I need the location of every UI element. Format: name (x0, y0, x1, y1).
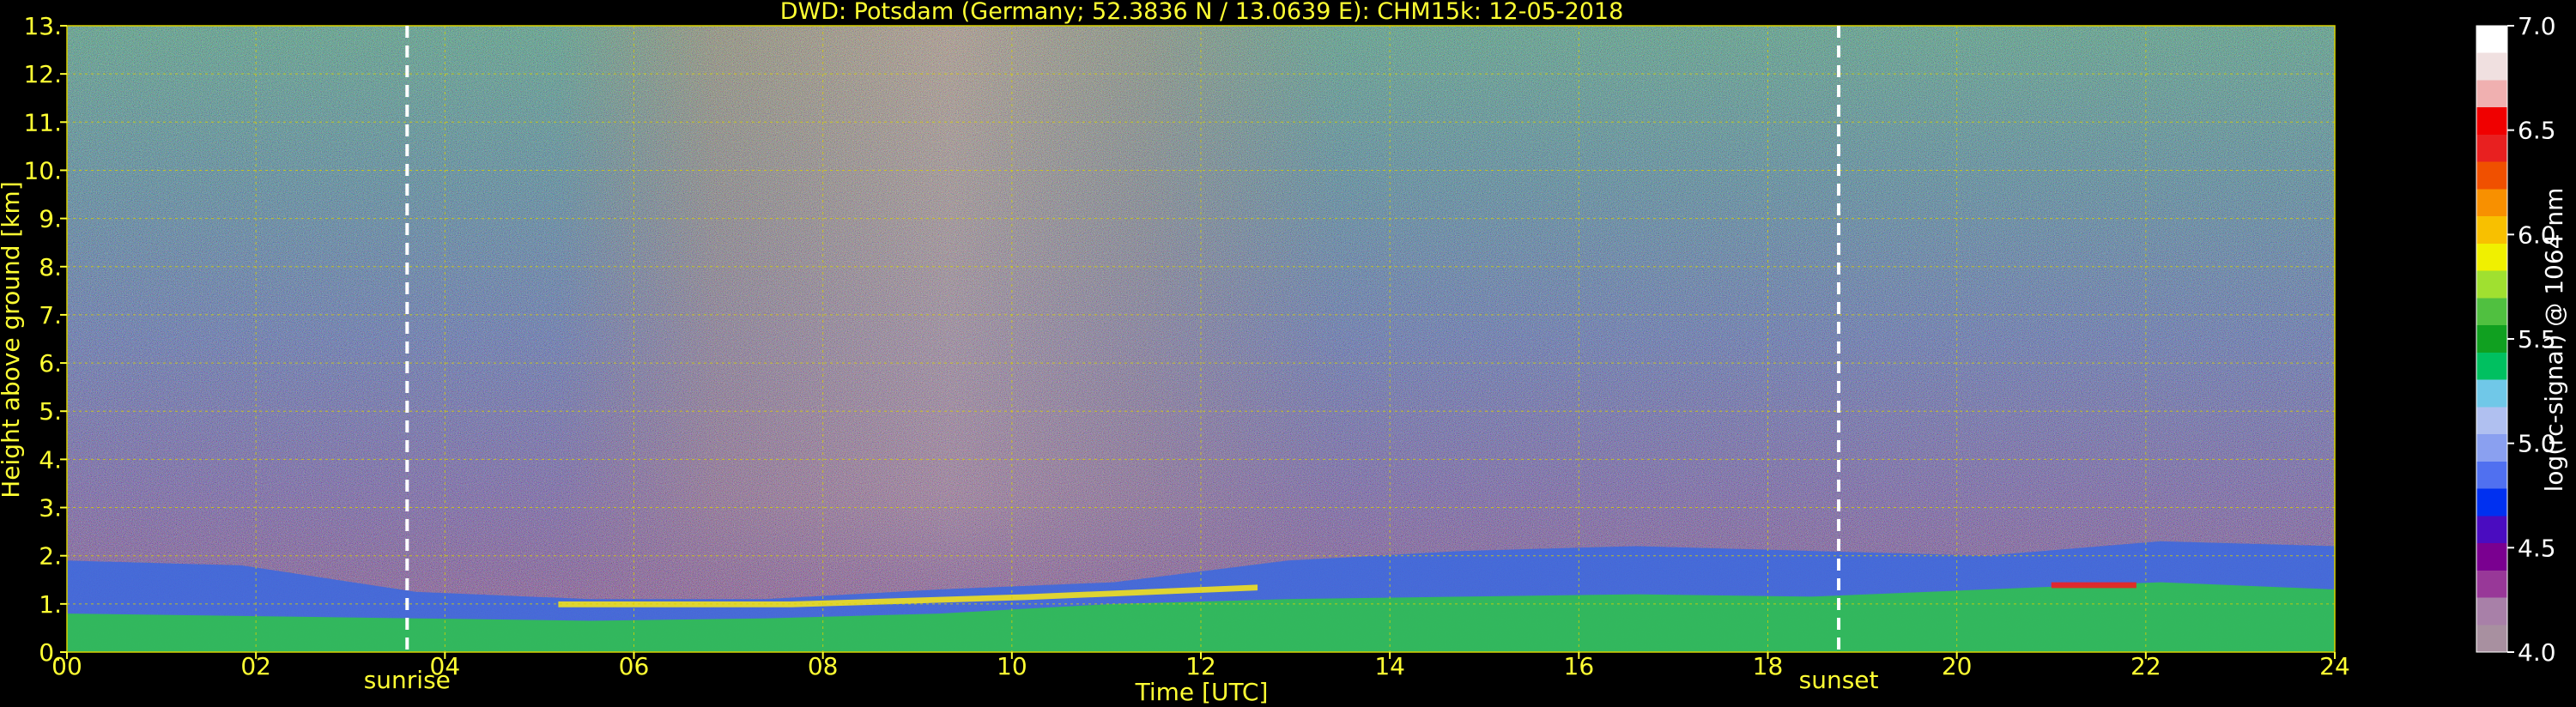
y-tick-label: 4. (39, 445, 62, 474)
y-tick-label: 1. (39, 590, 62, 619)
y-tick-label: 9. (39, 205, 62, 233)
ceilometer-chart: sunrise sunset 00 02 04 06 08 10 12 14 16 18 20 22 24… (0, 0, 2568, 706)
x-tick-label: 14 (1374, 652, 1405, 680)
y-tick-label: 11. (23, 108, 62, 136)
chart-title: DWD: Potsdam (Germany; 52.3836 N / 13.06… (780, 0, 1624, 25)
colorbar-tick-label: 4.0 (2518, 638, 2556, 667)
x-tick-label: 20 (1942, 652, 1973, 680)
colorbar-tick-label: 4.5 (2518, 534, 2556, 562)
colorbar-label: log(rc-signal) @ 1064 nm (2540, 188, 2568, 492)
y-tick-label: 5. (39, 397, 62, 426)
x-tick-label: 16 (1564, 652, 1595, 680)
y-tick-label: 13. (23, 12, 62, 40)
x-tick-label: 18 (1753, 652, 1784, 680)
y-tick-label: 7. (39, 301, 62, 329)
colorbar: 4.04.55.05.56.06.57.0 log(rc-signal) @ 1… (2476, 12, 2568, 667)
x-tick-label: 04 (430, 652, 461, 680)
colorbar-tick-label: 7.0 (2518, 12, 2556, 40)
y-tick-label: 8. (39, 253, 62, 281)
x-tick-label: 08 (808, 652, 839, 680)
y-axis-label: Height above ground [km] (0, 181, 25, 499)
x-tick-label: 02 (240, 652, 271, 680)
colorbar-tick-label: 6.5 (2518, 117, 2556, 145)
y-tick-label: 10. (23, 156, 62, 184)
x-tick-label: 10 (997, 652, 1027, 680)
y-axis-ticks: 0. 1. 2. 3. 4. 5. 6. 7. 8. 9. 10. 11. 12. 13. (23, 12, 67, 667)
x-tick-label: 06 (619, 652, 650, 680)
y-tick-label: 2. (39, 542, 62, 571)
x-tick-label: 24 (2319, 652, 2350, 680)
y-tick-label: 12. (23, 60, 62, 88)
x-tick-label: 12 (1185, 652, 1216, 680)
layer-cloud (2051, 582, 2137, 589)
sunset-label: sunset (1799, 666, 1879, 694)
y-tick-label: 0. (39, 638, 62, 667)
colorbar-gradient (2476, 25, 2508, 653)
y-tick-label: 6. (39, 349, 62, 378)
x-axis-label: Time [UTC] (1135, 678, 1269, 706)
x-tick-label: 22 (2131, 652, 2161, 680)
y-tick-label: 3. (39, 494, 62, 523)
